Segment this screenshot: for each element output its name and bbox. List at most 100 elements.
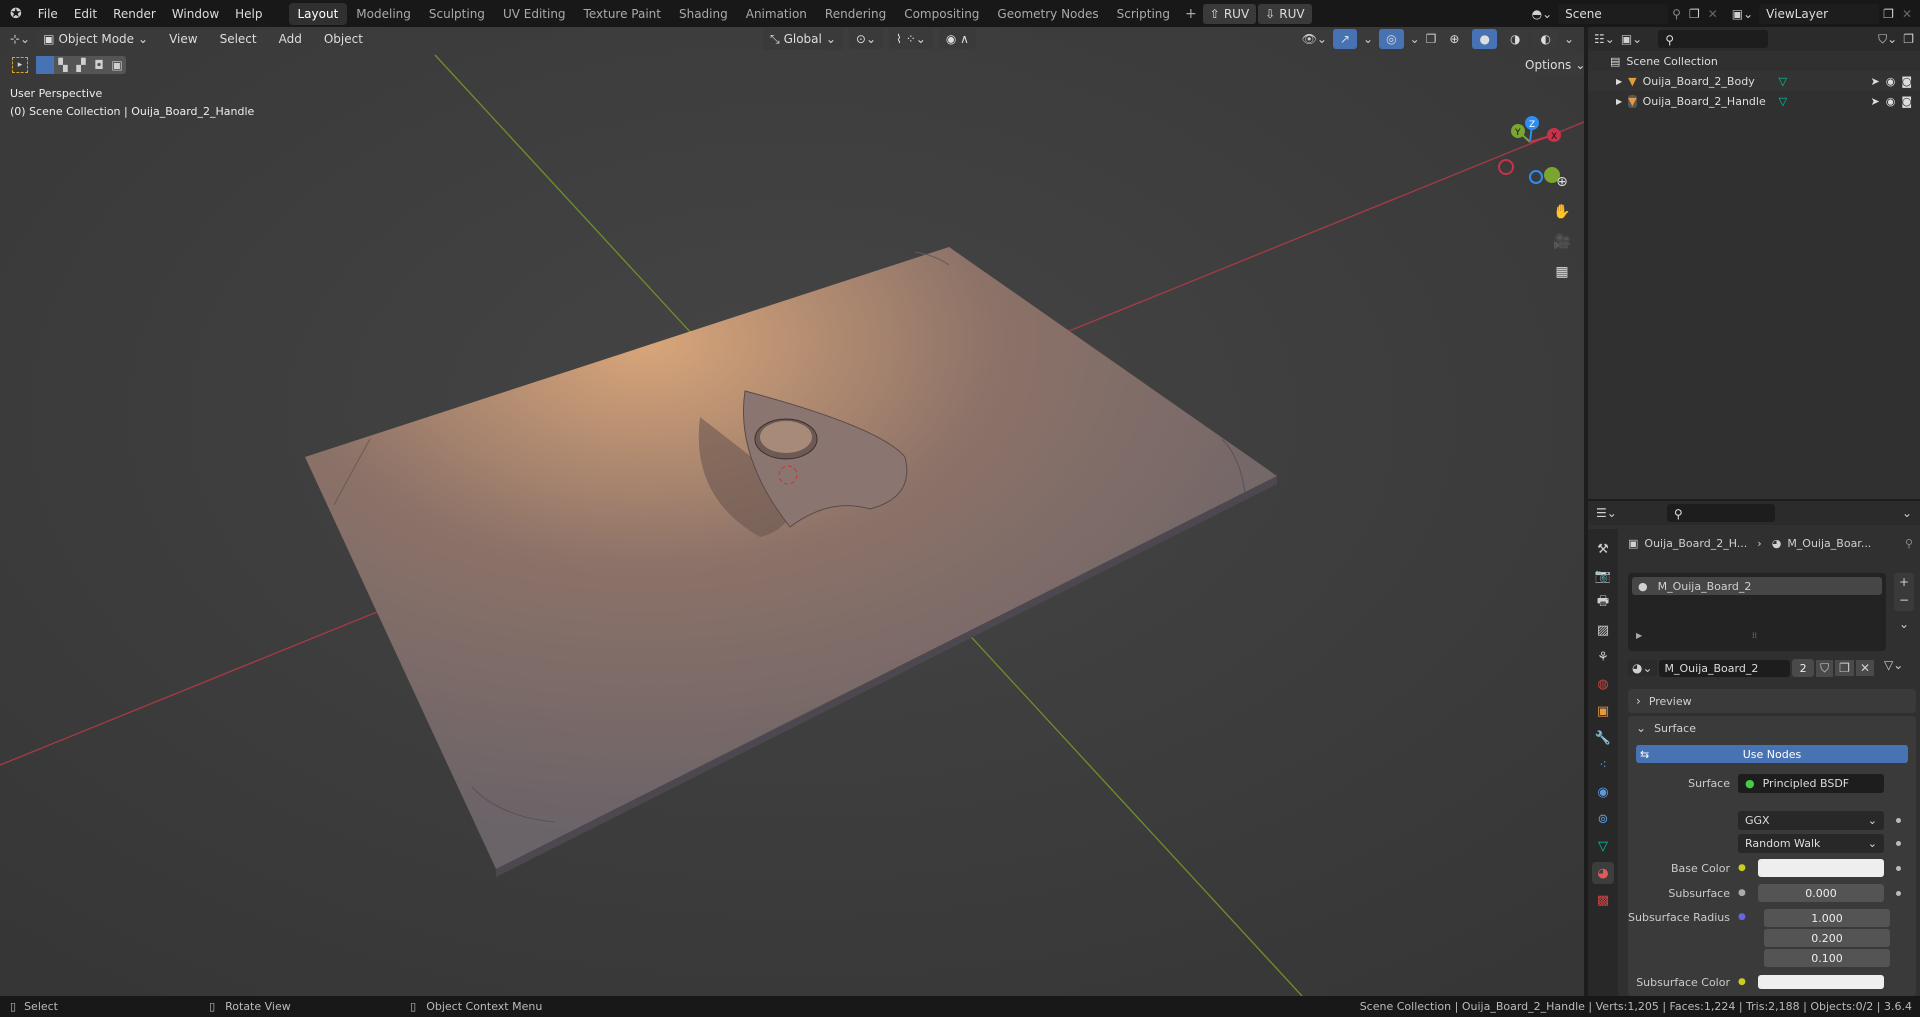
tab-modeling[interactable]: Modeling [347, 3, 420, 25]
properties-options-icon[interactable]: ⌄ [1902, 506, 1912, 520]
render-tab-icon[interactable]: 📷 [1592, 565, 1614, 587]
browse-material-icon[interactable]: ◕⌄ [1628, 660, 1657, 676]
visibility-dropdown[interactable]: 👁⌄ [1302, 32, 1327, 46]
keyframe-dot[interactable] [1896, 890, 1901, 896]
material-tab-icon[interactable]: ◕ [1592, 862, 1614, 884]
shading-wireframe[interactable]: ⊕ [1442, 29, 1467, 49]
shading-options-dropdown[interactable]: ⌄ [1564, 32, 1574, 46]
editor-type-icon[interactable]: ⊹⌄ [10, 32, 30, 46]
new-view-layer-icon[interactable]: ❐ [1879, 7, 1898, 21]
panel-preview-header[interactable]: › Preview [1628, 689, 1916, 713]
xray-toggle[interactable]: ❐ [1426, 32, 1437, 46]
subsurface-method-dropdown[interactable]: Random Walk ⌄ [1738, 834, 1884, 853]
new-collection-icon[interactable]: ❐ [1903, 32, 1914, 46]
outliner-search-input[interactable]: ⚲ [1658, 30, 1769, 48]
select-tool-icon[interactable]: ▸ [12, 57, 28, 73]
tab-scripting[interactable]: Scripting [1108, 3, 1179, 25]
proportional-editing-toggle[interactable]: ◉ ∧ [938, 29, 976, 49]
keyframe-dot[interactable] [1896, 818, 1901, 823]
tab-texture-paint[interactable]: Texture Paint [575, 3, 670, 25]
menu-object[interactable]: Object [316, 32, 371, 46]
link-mode-icon[interactable]: ▽⌄ [1884, 658, 1903, 672]
menu-edit[interactable]: Edit [66, 7, 105, 21]
resize-handle-icon[interactable]: ⁞⁞ [1752, 631, 1757, 640]
tool-tab-icon[interactable]: ⚒ [1592, 538, 1614, 560]
outliner-editor-type-icon[interactable]: ☷⌄ [1594, 32, 1615, 46]
snap-toggle[interactable]: ⌇ ⁘⌄ [889, 29, 933, 49]
new-scene-icon[interactable]: ❐ [1685, 7, 1704, 21]
object-tab-icon[interactable]: ▣ [1592, 700, 1614, 722]
socket-icon[interactable]: ● [1738, 912, 1758, 922]
tab-rendering[interactable]: Rendering [816, 3, 895, 25]
shading-rendered[interactable]: ◐ [1533, 29, 1558, 49]
delete-scene-icon[interactable]: ✕ [1704, 7, 1726, 21]
transform-orientation-dropdown[interactable]: ⤡ Global ⌄ [762, 28, 843, 50]
scene-tab-icon[interactable]: ⚘ [1592, 646, 1614, 668]
properties-editor-type-icon[interactable]: ☰⌄ [1596, 506, 1617, 520]
duplicate-material-icon[interactable]: ❐ [1835, 660, 1854, 676]
menu-view[interactable]: View [161, 32, 205, 46]
menu-add[interactable]: Add [271, 32, 310, 46]
surface-shader-field[interactable]: ● Principled BSDF [1738, 774, 1884, 793]
mesh-data-tab-icon[interactable]: ▽ [1592, 835, 1614, 857]
tab-compositing[interactable]: Compositing [895, 3, 988, 25]
users-count[interactable]: 2 [1792, 659, 1815, 677]
particles-tab-icon[interactable]: ⁖ [1592, 754, 1614, 776]
select-subtract-mode[interactable]: ▞ [72, 58, 90, 72]
outliner-item[interactable]: ▶ ▼ Ouija_Board_2_Body ▽ ➤ ◉ ◙ [1588, 71, 1920, 91]
tab-sculpting[interactable]: Sculpting [420, 3, 494, 25]
subsurface-field[interactable]: 0.000 [1758, 884, 1884, 902]
panel-surface-header[interactable]: ⌄ Surface [1628, 716, 1916, 740]
tab-animation[interactable]: Animation [737, 3, 816, 25]
tab-layout[interactable]: Layout [288, 2, 348, 25]
socket-icon[interactable]: ● [1738, 977, 1758, 987]
material-slot-item[interactable]: ● M_Ouija_Board_2 [1632, 577, 1882, 595]
shading-solid[interactable]: ● [1472, 29, 1497, 49]
zoom-icon[interactable]: ⊕ [1550, 170, 1574, 194]
output-tab-icon[interactable]: 🖶 [1592, 592, 1614, 614]
subsurface-color-swatch[interactable] [1758, 975, 1884, 989]
select-extend-mode[interactable]: ▚ [54, 58, 72, 72]
expand-icon[interactable]: ▶ [1636, 631, 1642, 640]
outliner-item[interactable]: ▶ ▼ Ouija_Board_2_Handle ▽ ➤ ◉ ◙ [1588, 91, 1920, 111]
pin-icon[interactable]: ⚲ [1668, 7, 1685, 21]
keyframe-dot[interactable] [1896, 865, 1901, 871]
socket-icon[interactable]: ● [1738, 863, 1758, 873]
options-dropdown[interactable]: Options ⌄ [1518, 55, 1584, 75]
base-color-swatch[interactable] [1758, 859, 1884, 877]
select-intersect-mode[interactable]: ▣ [108, 58, 126, 72]
pivot-point-dropdown[interactable]: ⊙⌄ [848, 29, 884, 49]
tab-shading[interactable]: Shading [670, 3, 737, 25]
ortho-grid-icon[interactable]: ▦ [1550, 260, 1574, 284]
remove-slot-icon[interactable]: − [1894, 591, 1914, 609]
ruv-download-button[interactable]: ⇩ RUV [1258, 3, 1312, 24]
socket-icon[interactable]: ● [1738, 888, 1758, 898]
shading-material[interactable]: ◑ [1502, 29, 1528, 49]
unlink-material-icon[interactable]: ✕ [1855, 660, 1874, 676]
radius-y-field[interactable]: 0.200 [1764, 929, 1890, 947]
tab-geometry-nodes[interactable]: Geometry Nodes [988, 3, 1107, 25]
properties-search-input[interactable]: ⚲ [1666, 504, 1775, 522]
eye-icon[interactable]: ◉ [1886, 95, 1896, 108]
menu-help[interactable]: Help [227, 7, 270, 21]
constraints-tab-icon[interactable]: ⊚ [1592, 808, 1614, 830]
use-nodes-button[interactable]: ⇆ Use Nodes [1636, 745, 1908, 763]
distribution-dropdown[interactable]: GGX ⌄ [1738, 811, 1884, 830]
slot-specials-icon[interactable]: ⌄ [1894, 617, 1914, 631]
camera-view-icon[interactable]: 🎥 [1550, 230, 1574, 254]
menu-file[interactable]: File [30, 7, 66, 21]
display-mode-icon[interactable]: ▣⌄ [1621, 32, 1642, 46]
delete-view-layer-icon[interactable]: ✕ [1898, 7, 1920, 21]
expand-icon[interactable]: ▶ [1616, 97, 1622, 106]
fake-user-icon[interactable]: ⛉ [1816, 659, 1834, 677]
render-camera-icon[interactable]: ◙ [1901, 95, 1920, 108]
radius-x-field[interactable]: 1.000 [1764, 909, 1890, 927]
selectable-icon[interactable]: ➤ [1870, 95, 1879, 108]
texture-tab-icon[interactable]: ▩ [1592, 889, 1614, 911]
add-workspace-icon[interactable]: + [1179, 6, 1203, 22]
select-new-mode[interactable] [36, 56, 54, 74]
menu-select[interactable]: Select [212, 32, 265, 46]
view-layer-tab-icon[interactable]: ▨ [1592, 619, 1614, 641]
outliner-item-scene-collection[interactable]: ▤ Scene Collection [1588, 51, 1920, 71]
menu-render[interactable]: Render [105, 7, 164, 21]
